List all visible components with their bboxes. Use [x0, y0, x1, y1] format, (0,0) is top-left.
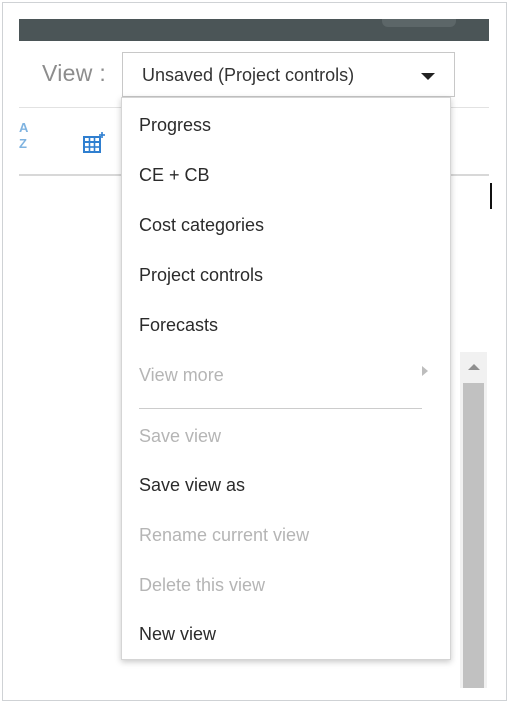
menu-item-project-controls[interactable]: Project controls — [139, 265, 263, 286]
menu-item-cost-categories[interactable]: Cost categories — [139, 215, 264, 236]
scroll-thumb[interactable] — [463, 383, 484, 688]
table-icon[interactable] — [83, 132, 105, 159]
caret-down-icon[interactable] — [421, 73, 435, 80]
menu-item-delete-this-view[interactable]: Delete this view — [139, 575, 265, 596]
scroll-up-icon[interactable] — [468, 364, 480, 370]
view-label: View : — [42, 60, 107, 86]
vertical-scrollbar[interactable] — [460, 352, 487, 688]
chevron-right-icon — [422, 366, 428, 376]
text-cursor — [490, 183, 492, 209]
menu-item-save-view-as[interactable]: Save view as — [139, 475, 245, 496]
sort-letter-a: A — [19, 120, 29, 135]
view-select-value: Unsaved (Project controls) — [142, 65, 355, 85]
sort-az-icon[interactable]: A Z — [19, 121, 33, 159]
view-dropdown-menu: Progress CE + CB Cost categories Project… — [121, 97, 451, 660]
sort-letter-z: Z — [19, 136, 27, 151]
menu-item-rename-current-view[interactable]: Rename current view — [139, 525, 309, 546]
menu-item-ce-cb[interactable]: CE + CB — [139, 165, 210, 186]
menu-item-save-view[interactable]: Save view — [139, 426, 221, 447]
view-select[interactable]: Unsaved (Project controls) — [122, 52, 455, 97]
menu-item-view-more[interactable]: View more — [139, 365, 224, 386]
top-bar-tab[interactable] — [382, 19, 456, 27]
menu-item-new-view[interactable]: New view — [139, 624, 216, 645]
menu-divider — [139, 408, 422, 409]
menu-item-progress[interactable]: Progress — [139, 115, 211, 136]
menu-item-forecasts[interactable]: Forecasts — [139, 315, 218, 336]
